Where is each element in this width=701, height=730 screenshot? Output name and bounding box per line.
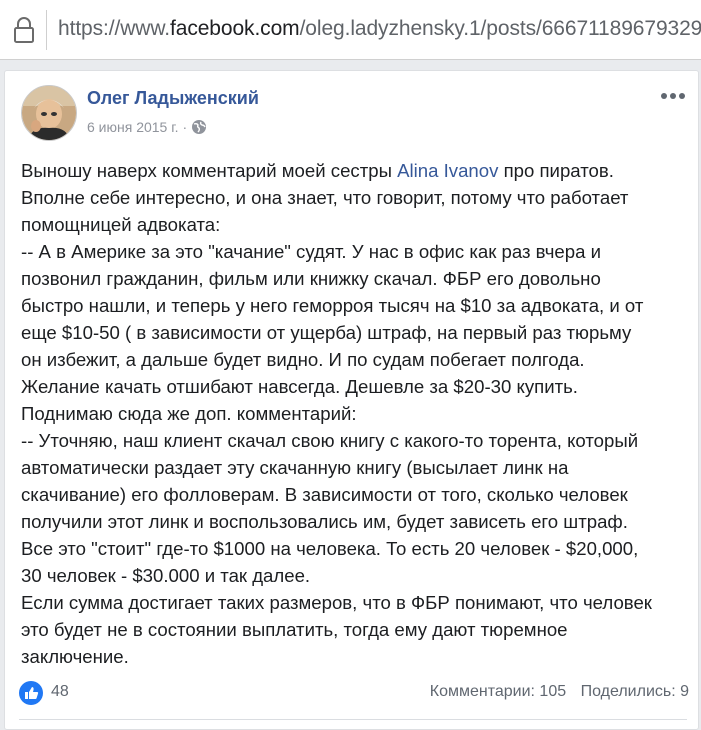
post-line-text: про пиратов. [498,160,614,181]
post-line-text: Выношу наверх комментарий моей сестры [21,160,398,181]
post-line: -- Уточняю, наш клиент скачал свою книгу… [21,430,639,451]
shares-count[interactable]: Поделились: 9 [581,683,689,700]
post-line: скачивание) его фолловерам. В зависимост… [21,484,628,505]
post-date[interactable]: 6 июня 2015 г. [87,119,179,135]
avatar[interactable] [21,85,77,141]
post-line: Поднимаю сюда же доп. комментарий: [21,403,357,424]
url-host: facebook.com [170,17,300,40]
address-bar-separator [46,10,47,50]
post-line: он избежит, а дальше будет видно. И по с… [21,349,585,370]
post-line: Выношу наверх комментарий моей сестры Al… [21,157,689,184]
post-line: быстро нашли, и теперь у него геморроя т… [21,295,644,316]
post-line: Вполне себе интересно, и она знает, что … [21,187,629,208]
mention-link[interactable]: Alina Ivanov [397,160,498,181]
post-footer: 48 Комментарии: 105 Поделились: 9 [19,679,689,709]
post-line: помощницей адвоката: [21,214,221,235]
post-line: это будет не в состоянии выплатить, тогд… [21,619,568,640]
engagement-counts: Комментарии: 105 Поделились: 9 [430,683,689,701]
post-line: 30 человек - $30.000 и так далее. [21,565,311,586]
post-line: еще $10-50 ( в зависимости от ущерба) шт… [21,322,632,343]
post-body: Выношу наверх комментарий моей сестры Al… [21,157,689,670]
post-line: Желание качать отшибают навсегда. Дешевл… [21,376,578,397]
url-prefix: https://www. [58,17,171,40]
post-card: Олег Ладыженский 6 июня 2015 г. · Выношу… [4,70,699,730]
lock-icon [14,17,34,43]
post-line: Если сумма достигает таких размеров, что… [21,592,652,613]
post-line: заключение. [21,646,129,667]
globe-icon[interactable] [191,119,207,135]
more-icon[interactable] [660,89,686,103]
avatar-image [22,86,76,140]
post-line: автоматически раздает эту скачанную книг… [21,457,569,478]
browser-address-bar[interactable]: https://www.facebook.com/oleg.ladyzhensk… [0,0,701,60]
post-line: получили этот линк и воспользовались им,… [21,511,628,532]
meta-separator: · [182,119,188,135]
url-text[interactable]: https://www.facebook.com/oleg.ladyzhensk… [58,17,701,41]
post-line: -- А в Америке за это "качание" судят. У… [21,241,601,262]
author-name[interactable]: Олег Ладыженский [87,88,259,109]
footer-divider [19,719,687,720]
url-path: /oleg.ladyzhensky.1/posts/66671189679329… [299,17,701,40]
post-line: позвонил гражданин, фильм или книжку ска… [21,268,601,289]
like-count[interactable]: 48 [51,683,69,701]
like-icon[interactable] [19,681,43,705]
post-line: Все это "стоит" где-то $1000 на человека… [21,538,639,559]
comments-count[interactable]: Комментарии: 105 [430,683,566,700]
post-meta: 6 июня 2015 г. · [87,119,207,135]
